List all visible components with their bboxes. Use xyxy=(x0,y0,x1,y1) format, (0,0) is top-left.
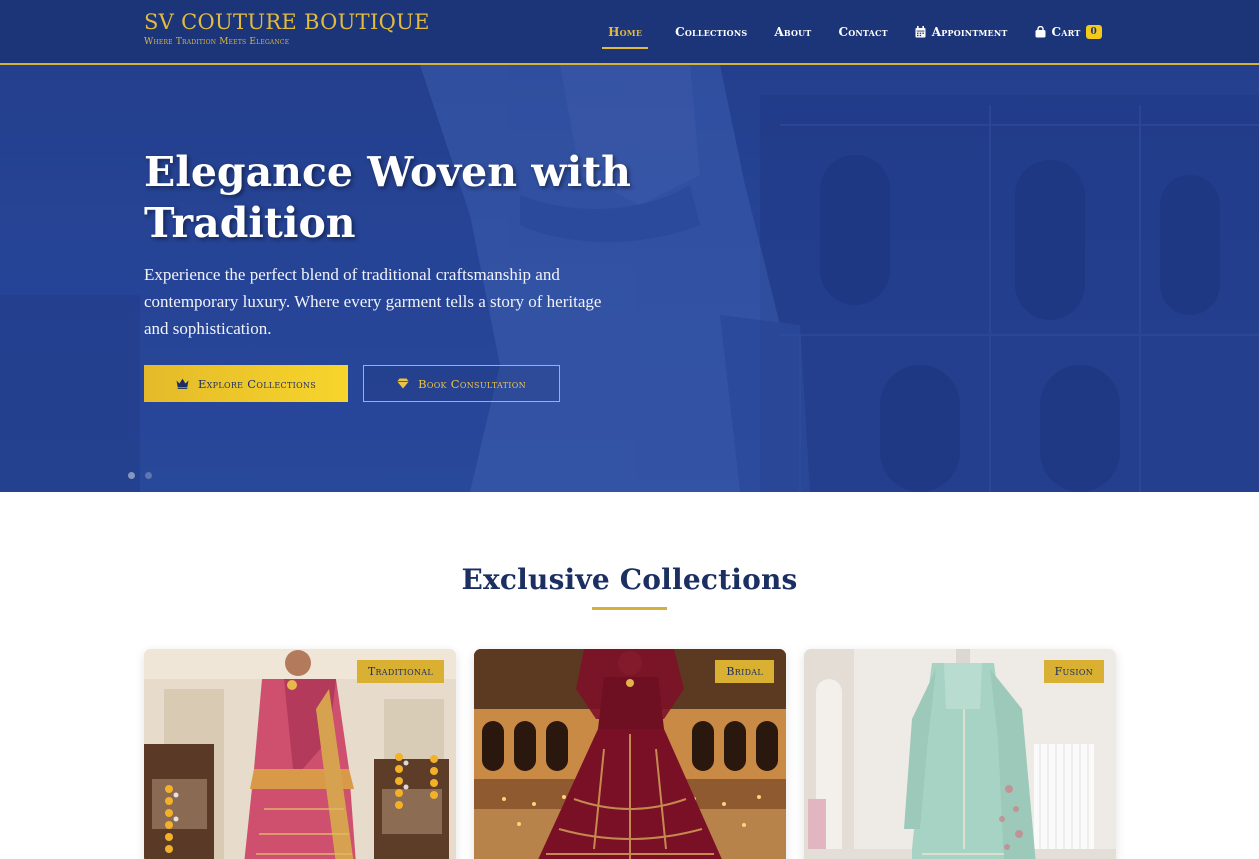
book-consultation-button[interactable]: Book Consultation xyxy=(363,365,560,402)
title-underline xyxy=(592,607,667,610)
explore-collections-label: Explore Collections xyxy=(197,376,317,391)
slider-dot-2[interactable] xyxy=(145,472,152,479)
nav-cart[interactable]: Cart 0 xyxy=(1035,0,1102,63)
hero-title: Elegance Woven with Tradition xyxy=(144,148,631,247)
brand-name: SV COUTURE BOUTIQUE xyxy=(144,10,430,34)
collections-section-title: Exclusive Collections xyxy=(461,563,798,596)
nav-appointment[interactable]: Appointment xyxy=(915,0,1008,63)
nav-appointment-label: Appointment xyxy=(931,24,1008,39)
brand-tagline: Where Tradition Meets Elegance xyxy=(144,37,290,47)
hero-description: Experience the perfect blend of traditio… xyxy=(144,265,602,338)
nav-collections-label: Collections xyxy=(675,24,748,39)
hero-banner: Elegance Woven with Tradition Experience… xyxy=(0,65,1259,492)
nav-collections[interactable]: Collections xyxy=(675,0,747,63)
brand-logo[interactable]: SV COUTURE BOUTIQUE Where Tradition Meet… xyxy=(144,9,430,47)
nav-contact-label: Contact xyxy=(838,24,888,39)
calendar-icon xyxy=(915,25,926,38)
nav-about-label: About xyxy=(774,24,812,39)
main-nav: Home Collections About Contact Appointme… xyxy=(602,0,1102,63)
collection-card-bridal[interactable]: Bridal xyxy=(474,649,786,859)
site-header: SV COUTURE BOUTIQUE Where Tradition Meet… xyxy=(0,0,1259,65)
book-consultation-label: Book Consultation xyxy=(418,376,526,391)
gem-icon xyxy=(397,378,409,389)
nav-about[interactable]: About xyxy=(774,0,811,63)
nav-contact[interactable]: Contact xyxy=(838,0,887,63)
crown-icon xyxy=(176,378,189,389)
cart-count-badge: 0 xyxy=(1085,24,1102,39)
bridal-badge: Bridal xyxy=(715,660,774,683)
collection-card-traditional[interactable]: Traditional xyxy=(144,649,456,859)
nav-home[interactable]: Home xyxy=(602,0,649,63)
slider-dot-1[interactable] xyxy=(128,472,135,479)
traditional-badge: Traditional xyxy=(356,660,444,683)
slider-dots xyxy=(128,472,162,479)
explore-collections-button[interactable]: Explore Collections xyxy=(144,365,348,402)
nav-cart-label: Cart xyxy=(1051,24,1081,39)
shopping-bag-icon xyxy=(1035,25,1046,38)
collection-card-fusion[interactable]: Fusion xyxy=(804,649,1116,859)
fusion-badge: Fusion xyxy=(1043,660,1104,683)
nav-home-label: Home xyxy=(608,24,643,39)
